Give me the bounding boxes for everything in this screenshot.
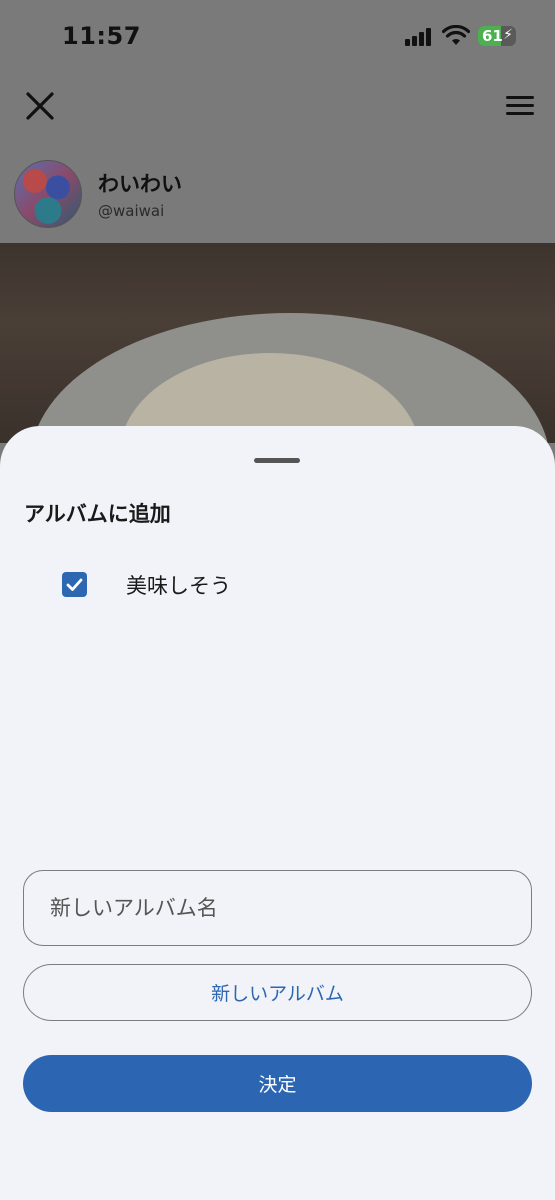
wifi-icon — [442, 25, 470, 45]
album-checkbox[interactable] — [62, 572, 87, 597]
add-to-album-sheet: アルバムに追加 美味しそう 新しいアルバム 決定 — [0, 426, 555, 1200]
username: @waiwai — [98, 202, 165, 220]
status-bar: 11:57 61 ⚡ — [0, 0, 555, 74]
post-photo — [0, 243, 555, 443]
close-icon[interactable] — [22, 88, 58, 124]
avatar[interactable] — [14, 160, 82, 228]
charging-bolt-icon: ⚡ — [503, 27, 513, 43]
cellular-signal-icon — [405, 28, 433, 46]
post-author[interactable]: わいわい @waiwai — [14, 160, 414, 230]
battery-level: 61 — [482, 27, 503, 45]
album-list-item[interactable]: 美味しそう — [48, 556, 488, 612]
battery-indicator: 61 ⚡ — [478, 26, 516, 46]
album-label: 美味しそう — [126, 574, 231, 598]
new-album-button[interactable]: 新しいアルバム — [23, 964, 532, 1021]
screen: 11:57 61 ⚡ わいわい @waiwai アルバムに追加 美味しそう 新し… — [0, 0, 555, 1200]
status-time: 11:57 — [62, 22, 141, 50]
display-name: わいわい — [98, 172, 182, 196]
sheet-title: アルバムに追加 — [24, 502, 171, 526]
confirm-button[interactable]: 決定 — [23, 1055, 532, 1112]
sheet-drag-handle[interactable] — [254, 458, 300, 463]
new-album-name-input[interactable] — [23, 870, 532, 946]
checkmark-icon — [66, 578, 83, 591]
hamburger-menu-icon[interactable] — [502, 90, 538, 122]
